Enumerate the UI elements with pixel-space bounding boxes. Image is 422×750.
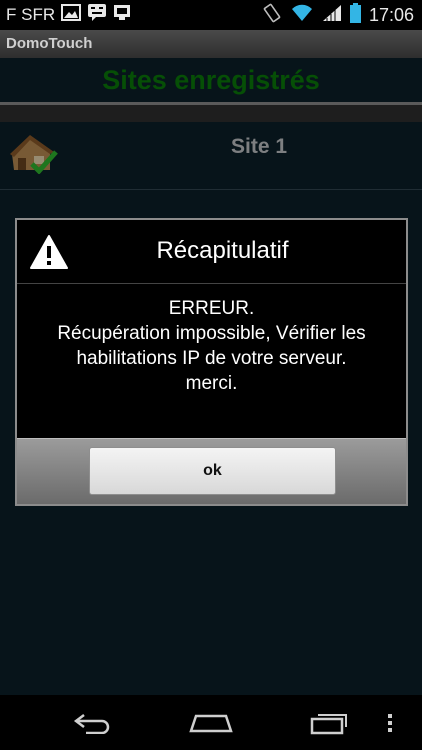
- menu-icon[interactable]: [370, 705, 410, 741]
- dialog-title: Récapitulatif: [156, 237, 289, 264]
- signal-icon: [322, 4, 342, 27]
- ok-button[interactable]: ok: [89, 447, 336, 495]
- alert-dialog: Récapitulatif ERREUR. Récupération impos…: [15, 218, 408, 506]
- back-icon[interactable]: [63, 705, 123, 741]
- image-icon: [61, 4, 82, 26]
- navigation-bar: [0, 695, 422, 750]
- status-bar: F SFR 17:06: [0, 0, 422, 30]
- wifi-icon: [290, 4, 314, 27]
- carrier-label: F SFR: [6, 5, 56, 24]
- clock: 17:06: [368, 4, 414, 25]
- app-title-bar: DomoTouch: [0, 30, 422, 58]
- notification-icon: [113, 4, 131, 26]
- message-icon: [87, 3, 107, 27]
- vibrate-icon: [262, 3, 282, 28]
- battery-icon: [349, 2, 361, 28]
- recent-apps-icon[interactable]: [299, 705, 359, 741]
- dialog-header: Récapitulatif: [17, 220, 406, 284]
- dialog-message: ERREUR. Récupération impossible, Vérifie…: [57, 298, 366, 394]
- warning-icon: [29, 234, 69, 270]
- home-icon[interactable]: [181, 705, 241, 741]
- dialog-footer: ok: [17, 438, 406, 504]
